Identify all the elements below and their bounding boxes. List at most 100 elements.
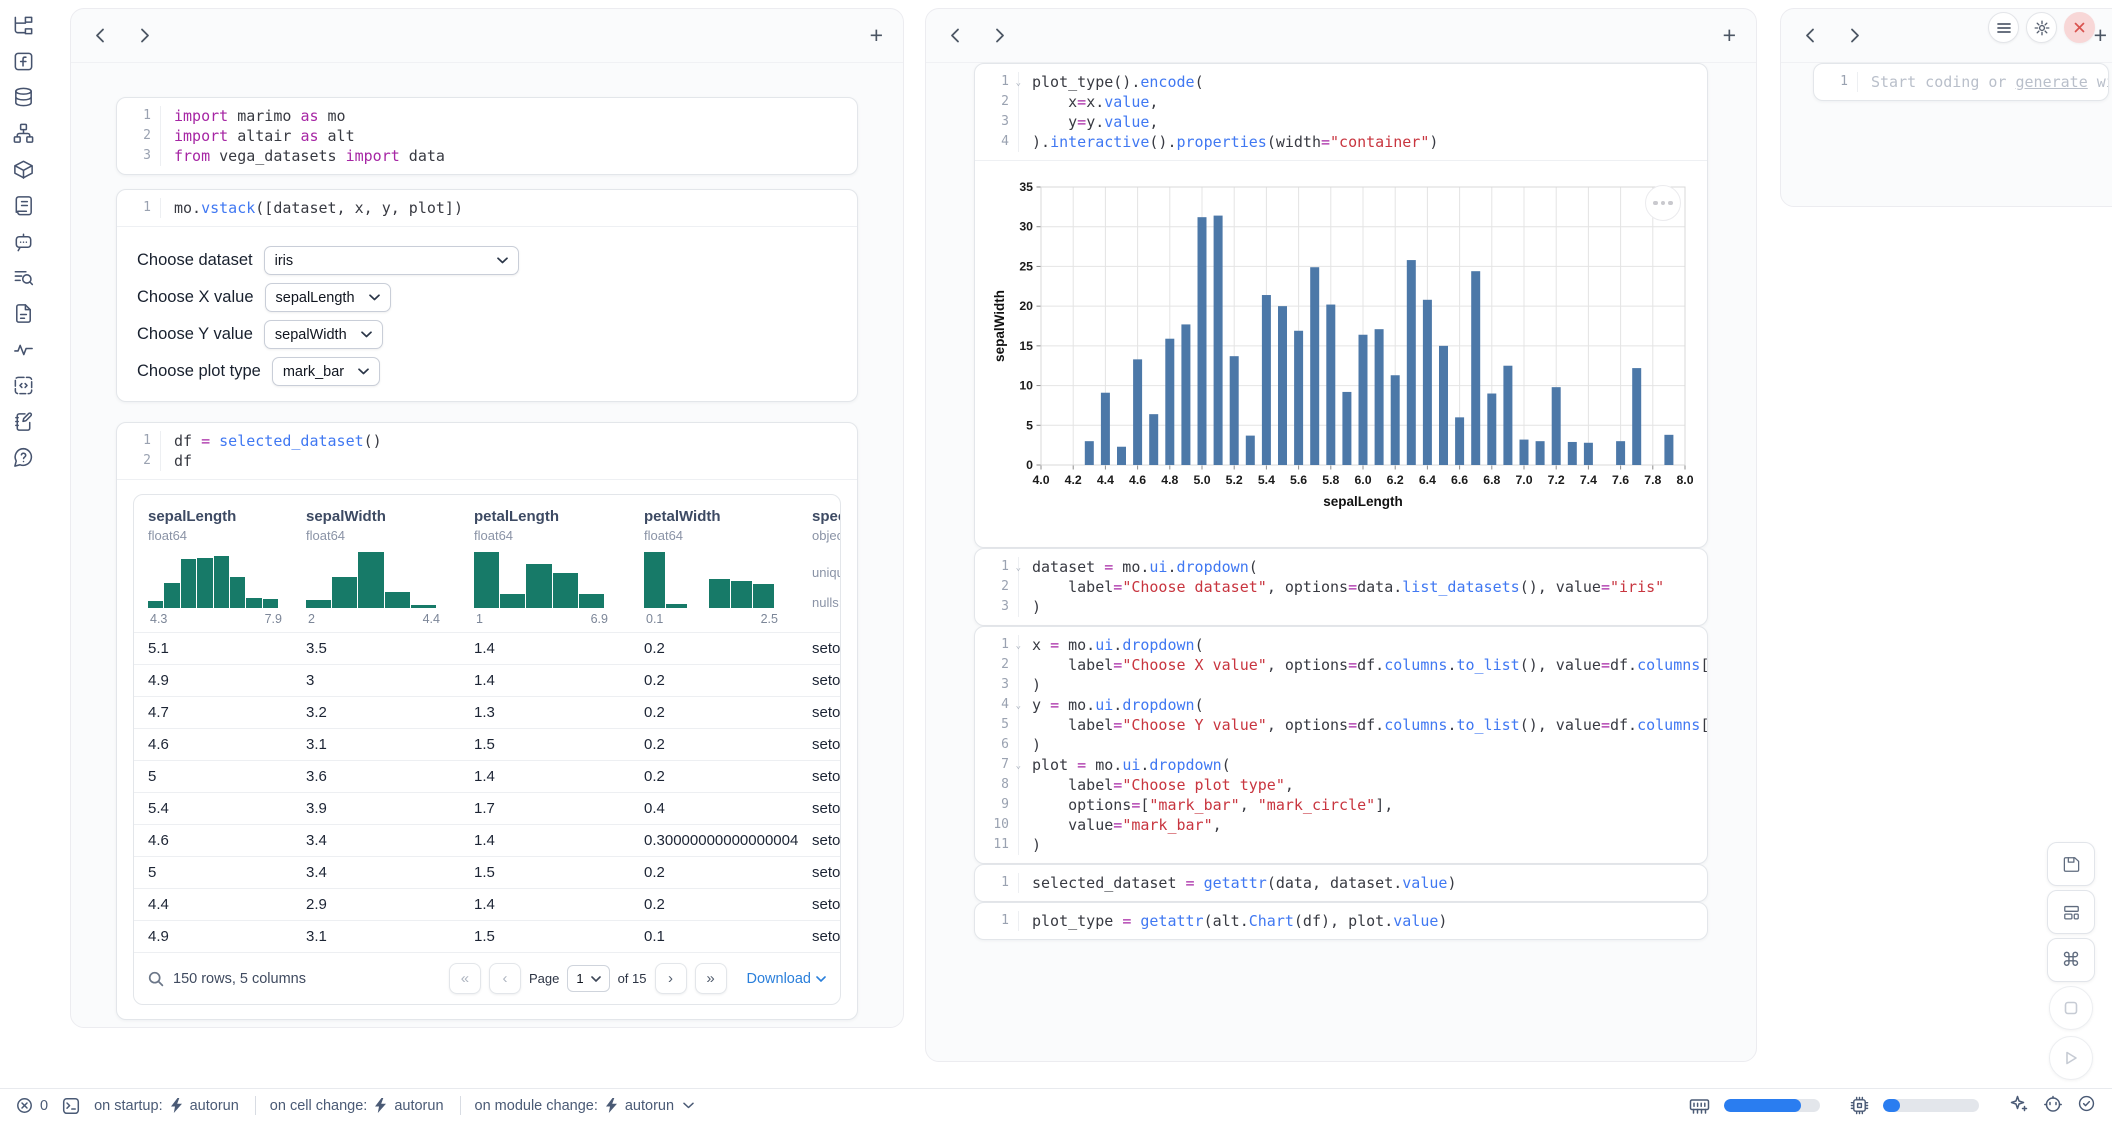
- code-line[interactable]: 7⌄plot = mo.ui.dropdown(: [975, 755, 1707, 775]
- page-select[interactable]: 1: [567, 965, 609, 992]
- layout-panels-button[interactable]: [2047, 890, 2095, 934]
- function-square-icon[interactable]: [12, 50, 35, 73]
- file-text-icon[interactable]: [12, 302, 35, 325]
- on-startup-setting[interactable]: on startup: autorun: [94, 1098, 239, 1114]
- first-page-button[interactable]: «: [449, 963, 481, 994]
- nav-prev-icon[interactable]: [91, 27, 109, 45]
- close-panel-button[interactable]: [2064, 12, 2095, 43]
- code-line[interactable]: 3): [975, 675, 1707, 695]
- code-line[interactable]: 4⌄y = mo.ui.dropdown(: [975, 695, 1707, 715]
- command-palette-button[interactable]: ⌘: [2047, 938, 2095, 982]
- column-header[interactable]: sepalLengthfloat64: [134, 495, 292, 543]
- code-line[interactable]: 10 value="mark_bar",: [975, 815, 1707, 835]
- code-line[interactable]: 8 label="Choose plot type",: [975, 775, 1707, 795]
- help-circle-icon[interactable]: [12, 446, 35, 469]
- chart-actions-button[interactable]: [1645, 185, 1681, 221]
- dropdown-select[interactable]: sepalLength: [265, 283, 391, 312]
- code-line[interactable]: 3 y=y.value,: [975, 112, 1707, 132]
- code-line[interactable]: 2 label="Choose dataset", options=data.l…: [975, 577, 1707, 597]
- on-module-change-setting[interactable]: on module change: autorun: [475, 1098, 695, 1114]
- nav-next-icon[interactable]: [991, 27, 1009, 45]
- stop-button[interactable]: [2049, 986, 2093, 1030]
- column-header[interactable]: petalWidthfloat64: [630, 495, 798, 543]
- save-button[interactable]: [2047, 842, 2095, 886]
- prev-page-button[interactable]: ‹: [489, 963, 521, 994]
- code-line[interactable]: 1Start coding or generate with: [1814, 72, 2108, 92]
- activity-icon[interactable]: [12, 338, 35, 361]
- column-header[interactable]: sepalWidthfloat64: [292, 495, 460, 543]
- code-line[interactable]: 1⌄plot_type().encode(: [975, 72, 1707, 92]
- package-icon[interactable]: [12, 158, 35, 181]
- last-page-button[interactable]: »: [695, 963, 727, 994]
- fold-icon[interactable]: ⌄: [1016, 558, 1021, 578]
- code-editor-plot[interactable]: 1⌄plot_type().encode(2 x=x.value,3 y=y.v…: [975, 64, 1707, 160]
- code-line[interactable]: 3): [975, 597, 1707, 617]
- add-cell-button[interactable]: +: [870, 24, 883, 47]
- code-line[interactable]: 6): [975, 735, 1707, 755]
- code-line[interactable]: 1import marimo as mo: [117, 106, 857, 126]
- code-line[interactable]: 4).interactive().properties(width="conta…: [975, 132, 1707, 152]
- add-cell-button[interactable]: +: [2094, 24, 2107, 47]
- column-header[interactable]: petalLengthfloat64: [460, 495, 630, 543]
- nav-prev-icon[interactable]: [946, 27, 964, 45]
- run-button[interactable]: [2049, 1036, 2093, 1080]
- code-line[interactable]: 9 options=["mark_bar", "mark_circle"],: [975, 795, 1707, 815]
- nav-next-icon[interactable]: [1846, 27, 1864, 45]
- nav-prev-icon[interactable]: [1801, 27, 1819, 45]
- code-line[interactable]: 3from vega_datasets import data: [117, 146, 857, 166]
- code-editor-imports[interactable]: 1import marimo as mo2import altair as al…: [117, 98, 857, 174]
- code-line[interactable]: 1df = selected_dataset(): [117, 431, 857, 451]
- svg-text:7.6: 7.6: [1612, 473, 1629, 487]
- code-line[interactable]: 5 label="Choose Y value", options=df.col…: [975, 715, 1707, 735]
- code-line[interactable]: 2 x=x.value,: [975, 92, 1707, 112]
- database-icon[interactable]: [12, 86, 35, 109]
- network-icon[interactable]: [12, 122, 35, 145]
- fold-icon[interactable]: ⌄: [1016, 636, 1021, 656]
- next-page-button[interactable]: ›: [655, 963, 687, 994]
- code-line[interactable]: 2df: [117, 451, 857, 471]
- altair-bar-chart[interactable]: 4.04.24.44.64.85.05.25.45.65.86.06.26.46…: [993, 175, 1693, 518]
- add-cell-button[interactable]: +: [1723, 24, 1736, 47]
- fold-icon[interactable]: ⌄: [1016, 73, 1021, 93]
- code-line[interactable]: 2 label="Choose X value", options=df.col…: [975, 655, 1707, 675]
- bot-message-icon[interactable]: [12, 230, 35, 253]
- svg-text:0: 0: [1026, 458, 1033, 472]
- code-line[interactable]: 1⌄x = mo.ui.dropdown(: [975, 635, 1707, 655]
- column-header[interactable]: speciesobject: [798, 495, 840, 543]
- dropdown-select[interactable]: mark_bar: [272, 357, 380, 386]
- download-button[interactable]: Download: [747, 971, 827, 987]
- fold-icon[interactable]: ⌄: [1016, 696, 1021, 716]
- scroll-text-icon[interactable]: [12, 194, 35, 217]
- code-square-icon[interactable]: [12, 374, 35, 397]
- code-line[interactable]: 1⌄dataset = mo.ui.dropdown(: [975, 557, 1707, 577]
- code-line[interactable]: 11): [975, 835, 1707, 855]
- dropdown-select[interactable]: iris: [264, 246, 519, 275]
- errors-indicator[interactable]: 0: [16, 1097, 48, 1114]
- code-editor-plot-type[interactable]: 1plot_type = getattr(alt.Chart(df), plot…: [975, 903, 1707, 939]
- code-line[interactable]: 2import altair as alt: [117, 126, 857, 146]
- terminal-button[interactable]: [62, 1097, 80, 1115]
- status-bar: 0 on startup: autorun on cell change: au…: [0, 1088, 2112, 1122]
- code-editor-dataframe[interactable]: 1df = selected_dataset()2df: [117, 423, 857, 479]
- ai-assistant-button[interactable]: [2009, 1094, 2029, 1118]
- code-editor-dataset-dropdown[interactable]: 1⌄dataset = mo.ui.dropdown(2 label="Choo…: [975, 549, 1707, 625]
- code-editor-vstack[interactable]: 1mo.vstack([dataset, x, y, plot]): [117, 190, 857, 226]
- list-search-icon[interactable]: [12, 266, 35, 289]
- code-line[interactable]: 1mo.vstack([dataset, x, y, plot]): [117, 198, 857, 218]
- search-icon[interactable]: [148, 971, 164, 987]
- on-cell-change-setting[interactable]: on cell change: autorun: [270, 1098, 444, 1114]
- nav-next-icon[interactable]: [136, 27, 154, 45]
- connection-status[interactable]: [2077, 1094, 2096, 1117]
- code-line[interactable]: 1selected_dataset = getattr(data, datase…: [975, 873, 1707, 893]
- menu-button[interactable]: [1988, 12, 2019, 43]
- code-editor-xy-plot-dropdowns[interactable]: 1⌄x = mo.ui.dropdown(2 label="Choose X v…: [975, 627, 1707, 863]
- code-line[interactable]: 1plot_type = getattr(alt.Chart(df), plot…: [975, 911, 1707, 931]
- chat-bot-button[interactable]: [2043, 1094, 2063, 1118]
- code-editor-empty[interactable]: 1Start coding or generate with: [1814, 64, 2108, 100]
- dropdown-select[interactable]: sepalWidth: [264, 320, 383, 349]
- fold-icon[interactable]: ⌄: [1016, 756, 1021, 776]
- file-tree-icon[interactable]: [12, 14, 35, 37]
- settings-button[interactable]: [2026, 12, 2057, 43]
- notebook-pen-icon[interactable]: [12, 410, 35, 433]
- code-editor-selected-dataset[interactable]: 1selected_dataset = getattr(data, datase…: [975, 865, 1707, 901]
